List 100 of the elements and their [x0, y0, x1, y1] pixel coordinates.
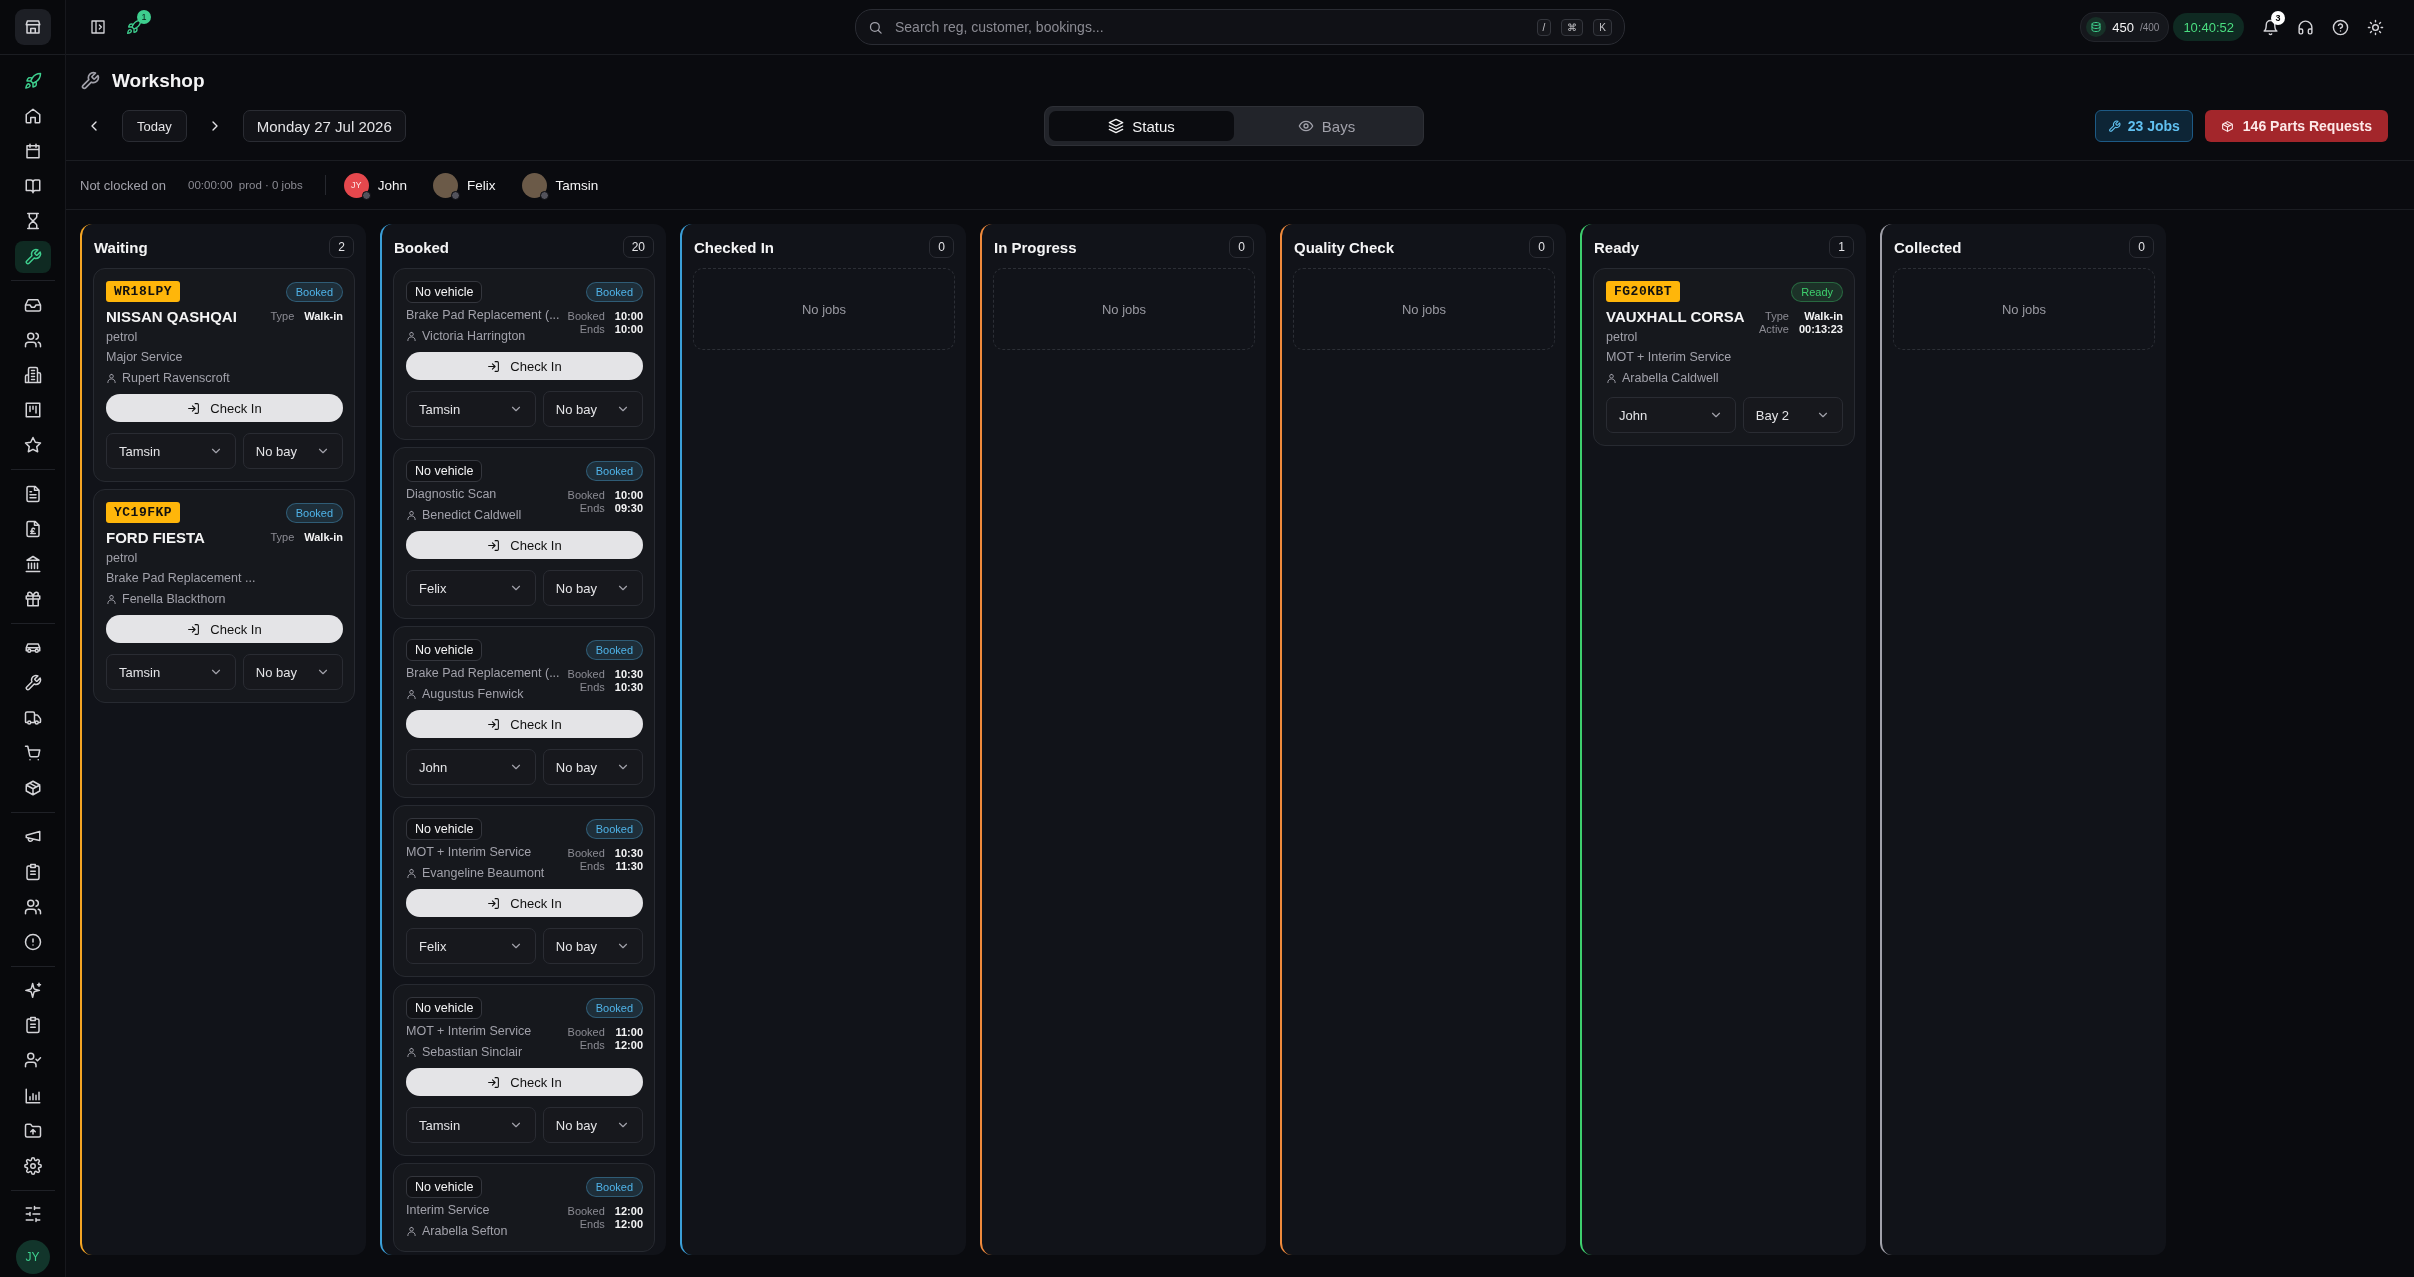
date-picker-button[interactable]: Monday 27 Jul 2026: [242, 110, 406, 142]
job-card[interactable]: FG20KBT Ready VAUXHALL CORSA petrol MOT + Interim Service Arabella Caldwell Type Walk-in Active 00:13:23 John Bay 2: [1593, 268, 1855, 446]
job-card[interactable]: No vehicle Booked Brake Pad Replacement (... Victoria Harrington Booked 10:00 Ends 10:00 Check In Tamsin No bay: [393, 268, 655, 440]
count-badge: 2: [329, 236, 354, 258]
sparkles-icon: [23, 981, 42, 1000]
bay-select[interactable]: Bay 2: [1742, 397, 1843, 433]
job-summary: prod · 0 jobs: [238, 179, 303, 191]
search-input[interactable]: Search reg, customer, bookings...: [893, 18, 1527, 36]
headset-icon[interactable]: [2297, 18, 2314, 36]
bank-icon: [23, 555, 42, 574]
check-in-button[interactable]: Check In: [406, 710, 643, 738]
meta-label: Active: [1759, 323, 1789, 335]
service-name: MOT + Interim Service: [406, 1024, 533, 1040]
bay-select[interactable]: No bay: [542, 1107, 643, 1143]
bar-chart-icon: [23, 1086, 42, 1105]
user-icon: [406, 688, 417, 700]
service-name: Brake Pad Replacement ...: [106, 571, 257, 587]
settings-icon: [23, 1157, 42, 1176]
bay-select[interactable]: No bay: [242, 654, 343, 690]
fuel-type: petrol: [1606, 330, 1639, 346]
technician-name[interactable]: John: [377, 177, 407, 193]
meta-label: Booked: [567, 668, 605, 680]
meta-label: Booked: [567, 847, 605, 859]
fuel-type: petrol: [106, 330, 139, 346]
customer-name: Arabella Sefton: [422, 1224, 508, 1238]
sidebar-toggle-icon[interactable]: [90, 19, 106, 35]
view-tab[interactable]: Bays: [1234, 111, 1419, 141]
user-avatar[interactable]: JY: [15, 1239, 50, 1274]
job-card[interactable]: No vehicle Booked MOT + Interim Service Sebastian Sinclair Booked 11:00 Ends 12:00 Check In Tamsin No bay: [393, 984, 655, 1156]
drop-zone[interactable]: No jobs: [1293, 268, 1555, 350]
pound-document-icon: [23, 519, 42, 538]
job-card[interactable]: No vehicle Booked Diagnostic Scan Benedict Caldwell Booked 10:00 Ends 09:30 Check In Felix No bay: [393, 447, 655, 619]
column-title: Quality Check: [1294, 238, 1395, 256]
check-in-button[interactable]: Check In: [406, 531, 643, 559]
bay-select[interactable]: No bay: [542, 570, 643, 606]
check-in-button[interactable]: Check In: [406, 889, 643, 917]
sidebar-item[interactable]: [14, 240, 51, 273]
job-card[interactable]: YC19FKP Booked FORD FIESTA petrol Brake Pad Replacement ... Fenella Blackthorn Type Walk-in Check In Tamsin No bay: [93, 489, 355, 703]
status-badge: Booked: [585, 639, 643, 660]
technician-select[interactable]: Felix: [406, 570, 536, 606]
avatar: JY: [343, 172, 369, 198]
logo[interactable]: [14, 9, 51, 45]
clipboard-icon: [23, 1016, 42, 1035]
clock-status: Not clocked on: [80, 177, 166, 193]
technician-select[interactable]: Felix: [406, 928, 536, 964]
home-icon: [23, 106, 42, 125]
fuel-type: petrol: [106, 551, 139, 567]
credits-value: 450: [2112, 19, 2134, 35]
status-badge: Booked: [585, 460, 643, 481]
layers-icon: [1108, 118, 1125, 134]
bay-select[interactable]: No bay: [542, 391, 643, 427]
today-button[interactable]: Today: [122, 110, 187, 142]
job-card[interactable]: WR18LPY Booked NISSAN QASHQAI petrol Major Service Rupert Ravenscroft Type Walk-in Check In Tamsin No bay: [93, 268, 355, 482]
check-in-button[interactable]: Check In: [106, 615, 343, 643]
search-field[interactable]: Search reg, customer, bookings... / ⌘ K: [855, 9, 1625, 45]
help-icon[interactable]: [2332, 18, 2349, 36]
technician-select[interactable]: Tamsin: [406, 391, 536, 427]
rocket-icon[interactable]: [126, 19, 142, 35]
drop-zone[interactable]: No jobs: [693, 268, 955, 350]
drop-zone[interactable]: No jobs: [993, 268, 1255, 350]
technician-select[interactable]: John: [406, 749, 536, 785]
bay-select[interactable]: No bay: [542, 928, 643, 964]
technician-select[interactable]: Tamsin: [106, 654, 236, 690]
technician-select[interactable]: Tamsin: [406, 1107, 536, 1143]
check-in-button[interactable]: Check In: [406, 352, 643, 380]
customer-name: Benedict Caldwell: [422, 508, 522, 522]
check-in-button[interactable]: Check In: [406, 1068, 643, 1096]
job-card[interactable]: No vehicle Booked Interim Service Arabella Sefton Booked 12:00 Ends 12:00: [393, 1163, 655, 1252]
technician-name[interactable]: Felix: [467, 177, 496, 193]
drop-zone[interactable]: No jobs: [1893, 268, 2155, 350]
meta-label: Ends: [578, 1218, 605, 1230]
sun-icon[interactable]: [2367, 18, 2384, 36]
count-badge: 0: [2129, 236, 2154, 258]
bay-select[interactable]: No bay: [542, 749, 643, 785]
clock-badge: 10:40:52: [2173, 13, 2244, 41]
service-name: MOT + Interim Service: [1606, 350, 1733, 366]
job-card[interactable]: No vehicle Booked MOT + Interim Service Evangeline Beaumont Booked 10:30 Ends 11:30 Check In Felix No bay: [393, 805, 655, 977]
meta-label: Type: [270, 310, 295, 322]
meta-value: 12:00: [614, 1039, 643, 1051]
count-badge: 0: [1229, 236, 1254, 258]
meta-label: Booked: [567, 489, 605, 501]
meta-label: Ends: [578, 1039, 605, 1051]
meta-value: 00:13:23: [1798, 323, 1843, 335]
technician-select[interactable]: John: [1606, 397, 1736, 433]
building-icon: [23, 366, 42, 385]
parts-requests-button[interactable]: 146 Parts Requests: [2204, 110, 2388, 142]
technician-name[interactable]: Tamsin: [555, 177, 599, 193]
page-title: Workshop: [112, 70, 205, 92]
jobs-button[interactable]: 23 Jobs: [2094, 110, 2193, 142]
clipboard-icon: [23, 862, 42, 881]
check-in-button[interactable]: Check In: [106, 394, 343, 422]
meta-value: 10:30: [614, 847, 643, 859]
technician-select[interactable]: Tamsin: [106, 433, 236, 469]
bay-select[interactable]: No bay: [242, 433, 343, 469]
column-title: Collected: [1894, 238, 1962, 256]
meta-label: Booked: [567, 1205, 605, 1217]
keyboard-key: ⌘: [1561, 18, 1584, 36]
job-card[interactable]: No vehicle Booked Brake Pad Replacement (... Augustus Fenwick Booked 10:30 Ends 10:30 Check In John No bay: [393, 626, 655, 798]
view-tab[interactable]: Status: [1049, 111, 1234, 141]
database-icon: [2090, 21, 2103, 33]
